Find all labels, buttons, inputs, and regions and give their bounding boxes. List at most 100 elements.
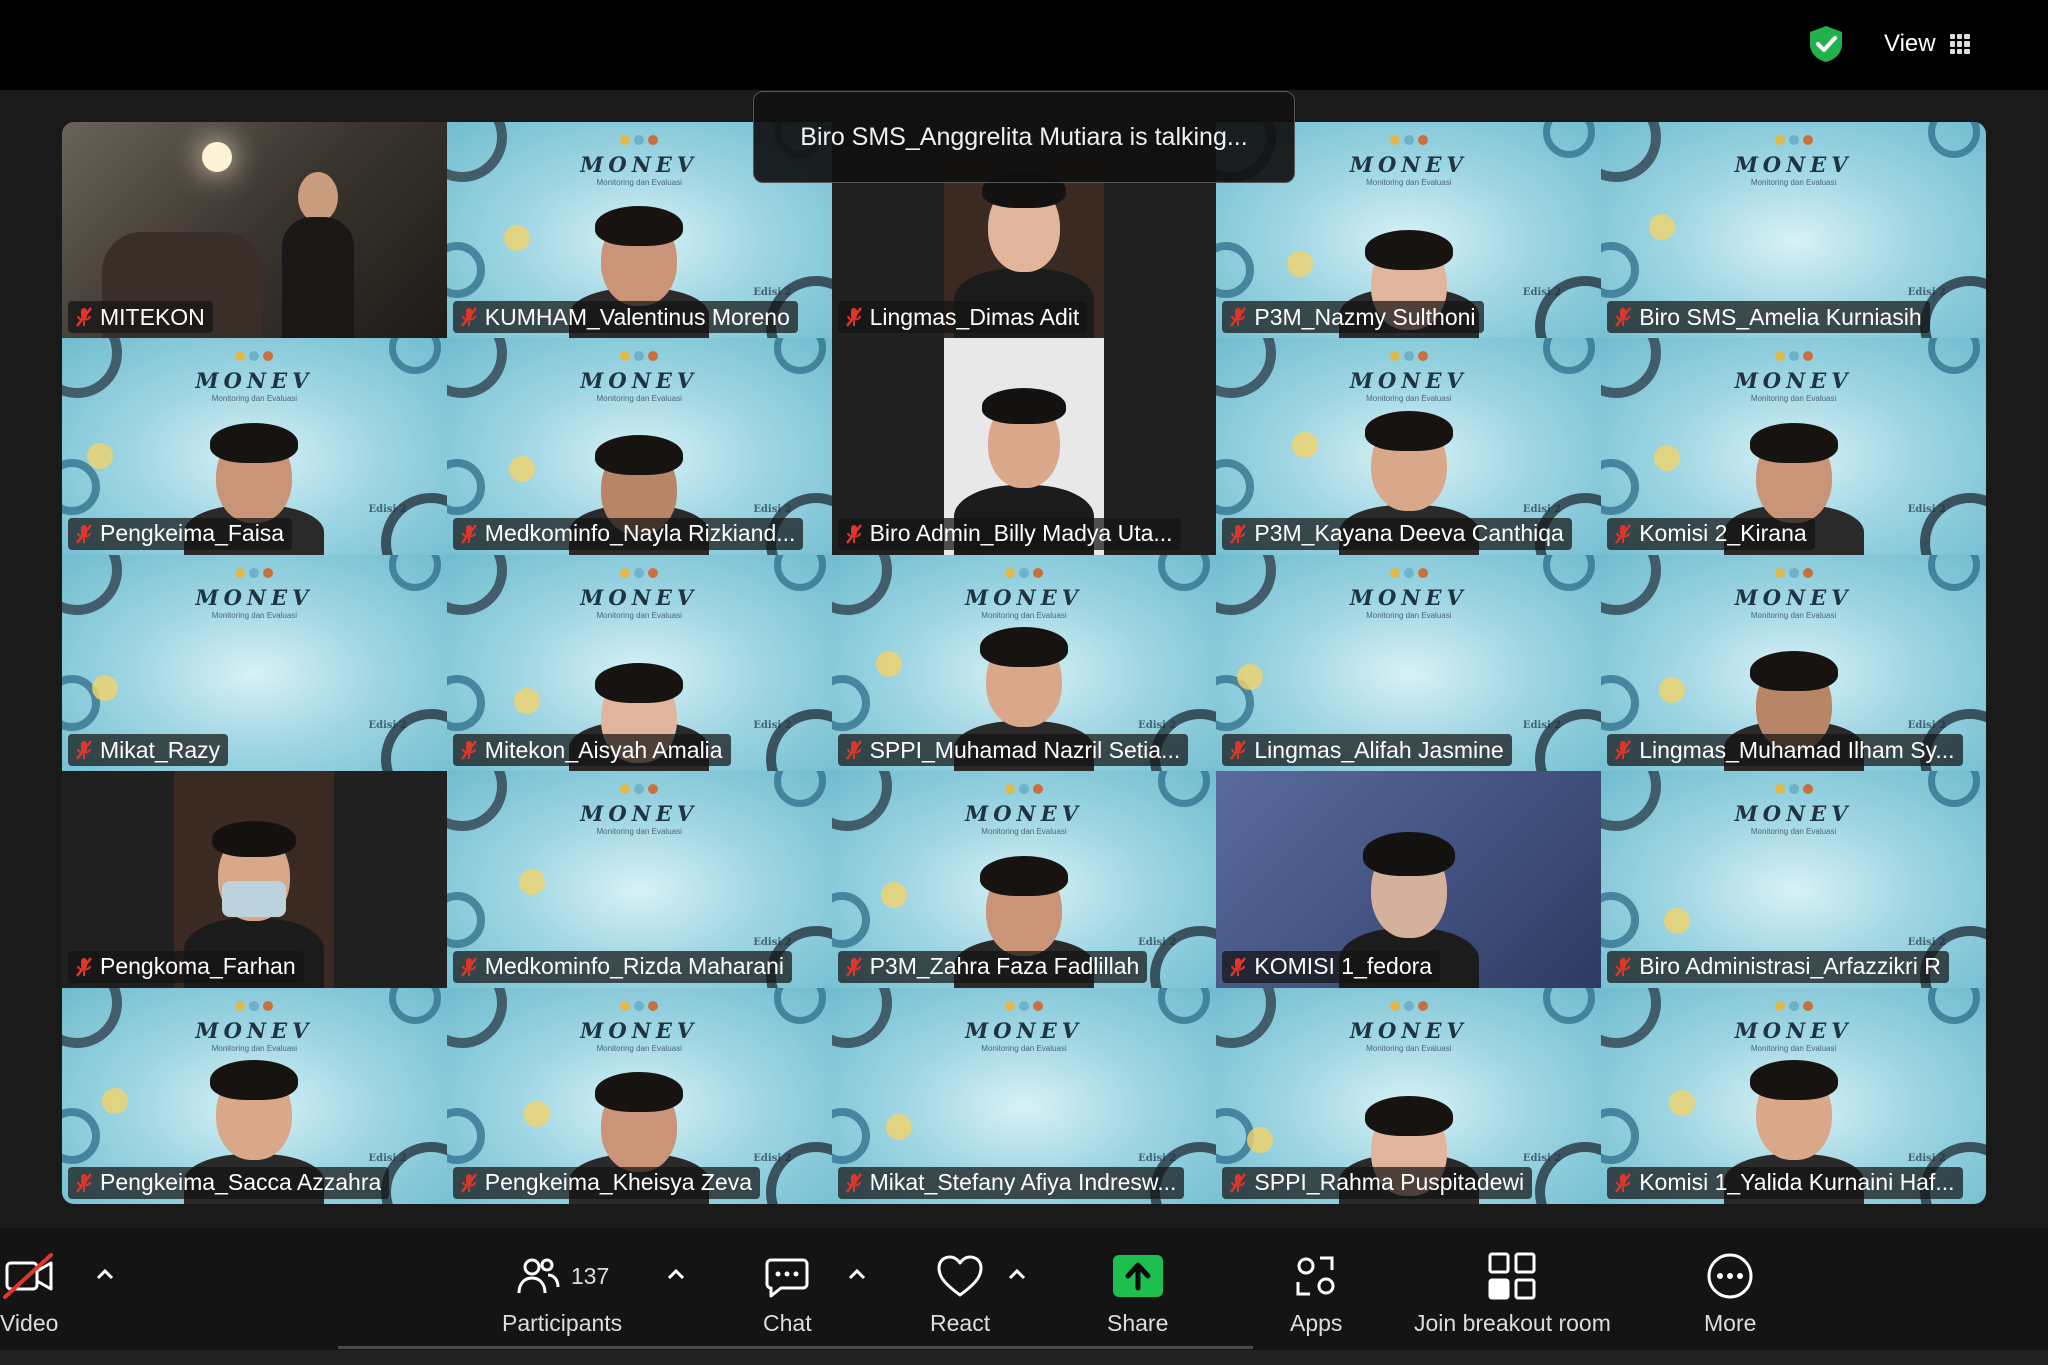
muted-mic-icon — [1230, 307, 1247, 328]
participant-tile[interactable]: MONEV Monitoring dan Evaluasi Edisi 2 Lingm… — [1216, 554, 1602, 772]
edition-label: Edisi 2 — [1907, 720, 1946, 732]
react-button[interactable]: React — [930, 1248, 990, 1337]
participants-button[interactable]: 137 Participants — [502, 1248, 622, 1337]
monev-title: MONEV — [1734, 801, 1853, 827]
participant-name: Pengkeima_Sacca Azzahra — [100, 1169, 382, 1196]
participant-tile[interactable]: MONEV Monitoring dan Evaluasi Edisi 2 SPPI_… — [1216, 987, 1602, 1204]
join-breakout-room-button[interactable]: Join breakout room — [1414, 1248, 1611, 1337]
participant-name-tag: Pengkeima_Sacca Azzahra — [68, 1166, 390, 1199]
encryption-shield-icon[interactable] — [1806, 24, 1846, 64]
participant-tile[interactable]: MONEV Monitoring dan Evaluasi Edisi 2 Mitek… — [446, 554, 832, 772]
participant-name-tag: Biro SMS_Amelia Kurniasih — [1607, 301, 1930, 334]
participant-tile[interactable]: MONEV Monitoring dan Evaluasi Edisi 2 Komis… — [1601, 987, 1986, 1204]
logo-mascot-icon — [620, 784, 659, 795]
muted-mic-icon — [76, 524, 92, 544]
edition-label: Edisi 2 — [1907, 287, 1946, 299]
grid-view-icon — [1949, 34, 1970, 54]
participant-tile[interactable]: MONEV Monitoring dan Evaluasi Edisi 2 Lingm… — [1601, 554, 1986, 772]
participant-tile[interactable]: MONEV Monitoring dan Evaluasi Edisi 2 P3M_Z… — [831, 771, 1217, 988]
participant-name: MITEKON — [100, 303, 205, 330]
participant-tile[interactable]: Biro Admin_Billy Madya Uta... — [831, 338, 1217, 555]
participant-gallery: MITEKON MONEV Monitoring dan Evaluasi Edisi… — [62, 122, 1986, 1204]
edition-label: Edisi 2 — [1522, 1152, 1562, 1164]
participant-tile[interactable]: MONEV Monitoring dan Evaluasi Edisi 2 Pengk… — [62, 338, 447, 555]
participant-tile[interactable]: MONEV Monitoring dan Evaluasi Edisi 2 Biro … — [1601, 122, 1986, 339]
muted-mic-icon — [1615, 307, 1632, 328]
react-options-caret-icon[interactable] — [1006, 1266, 1028, 1282]
monev-subtitle: Monitoring dan Evaluasi — [596, 827, 682, 837]
edition-label: Edisi 2 — [368, 503, 407, 515]
muted-mic-icon — [460, 307, 477, 328]
edition-label: Edisi 2 — [368, 1152, 407, 1164]
heart-icon — [937, 1255, 983, 1297]
participant-name: Lingmas_Alifah Jasmine — [1254, 736, 1504, 763]
share-label: Share — [1107, 1310, 1169, 1336]
participant-tile[interactable]: MONEV Monitoring dan Evaluasi Edisi 2 Medko… — [446, 338, 832, 555]
monev-logo: MONEV Monitoring dan Evaluasi — [62, 565, 447, 620]
muted-mic-icon — [1615, 956, 1632, 977]
participant-tile[interactable]: MONEV Monitoring dan Evaluasi Edisi 2 SPPI_… — [831, 554, 1217, 772]
monev-title: MONEV — [964, 1017, 1084, 1043]
participant-name-tag: SPPI_Rahma Puspitadewi — [1222, 1166, 1533, 1199]
participant-tile[interactable]: MITEKON — [62, 122, 447, 339]
logo-mascot-icon — [1774, 135, 1813, 145]
participant-name: P3M_Zahra Faza Fadlillah — [869, 953, 1140, 980]
more-button[interactable]: More — [1704, 1248, 1756, 1337]
chat-bubble-icon — [765, 1258, 809, 1298]
video-button[interactable]: Video — [0, 1248, 58, 1337]
apps-button[interactable]: Apps — [1290, 1248, 1342, 1337]
participant-name-tag: Lingmas_Dimas Adit — [837, 301, 1088, 334]
participant-tile[interactable]: MONEV Monitoring dan Evaluasi Edisi 2 Medko… — [446, 771, 832, 988]
top-bar: View — [0, 0, 2048, 90]
participant-name: Biro SMS_Amelia Kurniasih — [1639, 303, 1922, 330]
monev-title: MONEV — [580, 801, 699, 827]
more-ellipsis-icon — [1707, 1253, 1753, 1299]
participant-tile[interactable]: MONEV Monitoring dan Evaluasi Edisi 2 Mikat… — [831, 987, 1217, 1204]
participant-tile[interactable]: MONEV Monitoring dan Evaluasi Edisi 2 Pengk… — [446, 987, 832, 1204]
muted-mic-icon — [1230, 956, 1247, 977]
monev-subtitle: Monitoring dan Evaluasi — [1366, 610, 1452, 620]
chat-button[interactable]: Chat — [763, 1248, 812, 1337]
more-label: More — [1704, 1310, 1757, 1336]
logo-mascot-icon — [1774, 784, 1813, 795]
share-button[interactable]: Share — [1107, 1248, 1168, 1337]
monev-logo: MONEV Monitoring dan Evaluasi — [447, 781, 832, 836]
participant-name-tag: Pengkeima_Kheisya Zeva — [452, 1166, 761, 1199]
participant-name: Lingmas_Muhamad Ilham Sy... — [1639, 736, 1955, 763]
monev-subtitle: Monitoring dan Evaluasi — [981, 1043, 1067, 1053]
participant-tile[interactable]: MONEV Monitoring dan Evaluasi Edisi 2 Pengk… — [62, 987, 447, 1204]
chat-options-caret-icon[interactable] — [846, 1266, 868, 1282]
meeting-toolbar: Video 137 Participants Chat React Share … — [0, 1228, 2048, 1365]
logo-mascot-icon — [235, 567, 274, 578]
participant-name: SPPI_Rahma Puspitadewi — [1254, 1169, 1525, 1196]
chat-label: Chat — [763, 1310, 812, 1336]
muted-mic-icon — [845, 740, 862, 760]
participant-name-tag: KOMISI 1_fedora — [1222, 950, 1441, 983]
participants-count: 137 — [570, 1262, 610, 1289]
edition-label: Edisi 2 — [1907, 503, 1946, 515]
participant-name-tag: SPPI_Muhamad Nazril Setia... — [837, 734, 1189, 767]
view-button[interactable]: View — [1884, 26, 1970, 62]
monev-subtitle: Monitoring dan Evaluasi — [1750, 178, 1837, 187]
participant-name: Mikat_Stefany Afiya Indresw... — [869, 1169, 1177, 1196]
participant-name: Biro Administrasi_Arfazzikri R — [1639, 953, 1941, 980]
participants-options-caret-icon[interactable] — [665, 1266, 687, 1282]
video-options-caret-icon[interactable] — [94, 1266, 116, 1282]
participant-tile[interactable]: MONEV Monitoring dan Evaluasi Edisi 2 Mikat… — [62, 554, 447, 772]
participant-tile[interactable]: KOMISI 1_fedora — [1216, 771, 1602, 988]
edition-label: Edisi 2 — [753, 1152, 792, 1164]
participant-tile[interactable]: MONEV Monitoring dan Evaluasi Edisi 2 Komis… — [1601, 338, 1986, 555]
monev-logo: MONEV Monitoring dan Evaluasi — [1216, 565, 1601, 620]
participant-tile[interactable]: Pengkoma_Farhan — [62, 771, 447, 988]
participant-name: Komisi 2_Kirana — [1639, 520, 1807, 547]
participant-tile[interactable]: MONEV Monitoring dan Evaluasi Edisi 2 P3M_K… — [1216, 338, 1602, 555]
participant-name-tag: Pengkeima_Faisa — [68, 517, 293, 550]
monev-title: MONEV — [1349, 584, 1468, 610]
participant-name-tag: P3M_Kayana Deeva Canthiqa — [1222, 517, 1572, 550]
participant-tile[interactable]: MONEV Monitoring dan Evaluasi Edisi 2 Biro … — [1601, 771, 1986, 988]
edition-label: Edisi 2 — [753, 720, 792, 732]
monev-subtitle: Monitoring dan Evaluasi — [1750, 827, 1837, 837]
muted-mic-icon — [1230, 524, 1247, 544]
participant-name-tag: Pengkoma_Farhan — [68, 950, 304, 983]
participant-name-tag: KUMHAM_Valentinus Moreno — [452, 301, 798, 334]
